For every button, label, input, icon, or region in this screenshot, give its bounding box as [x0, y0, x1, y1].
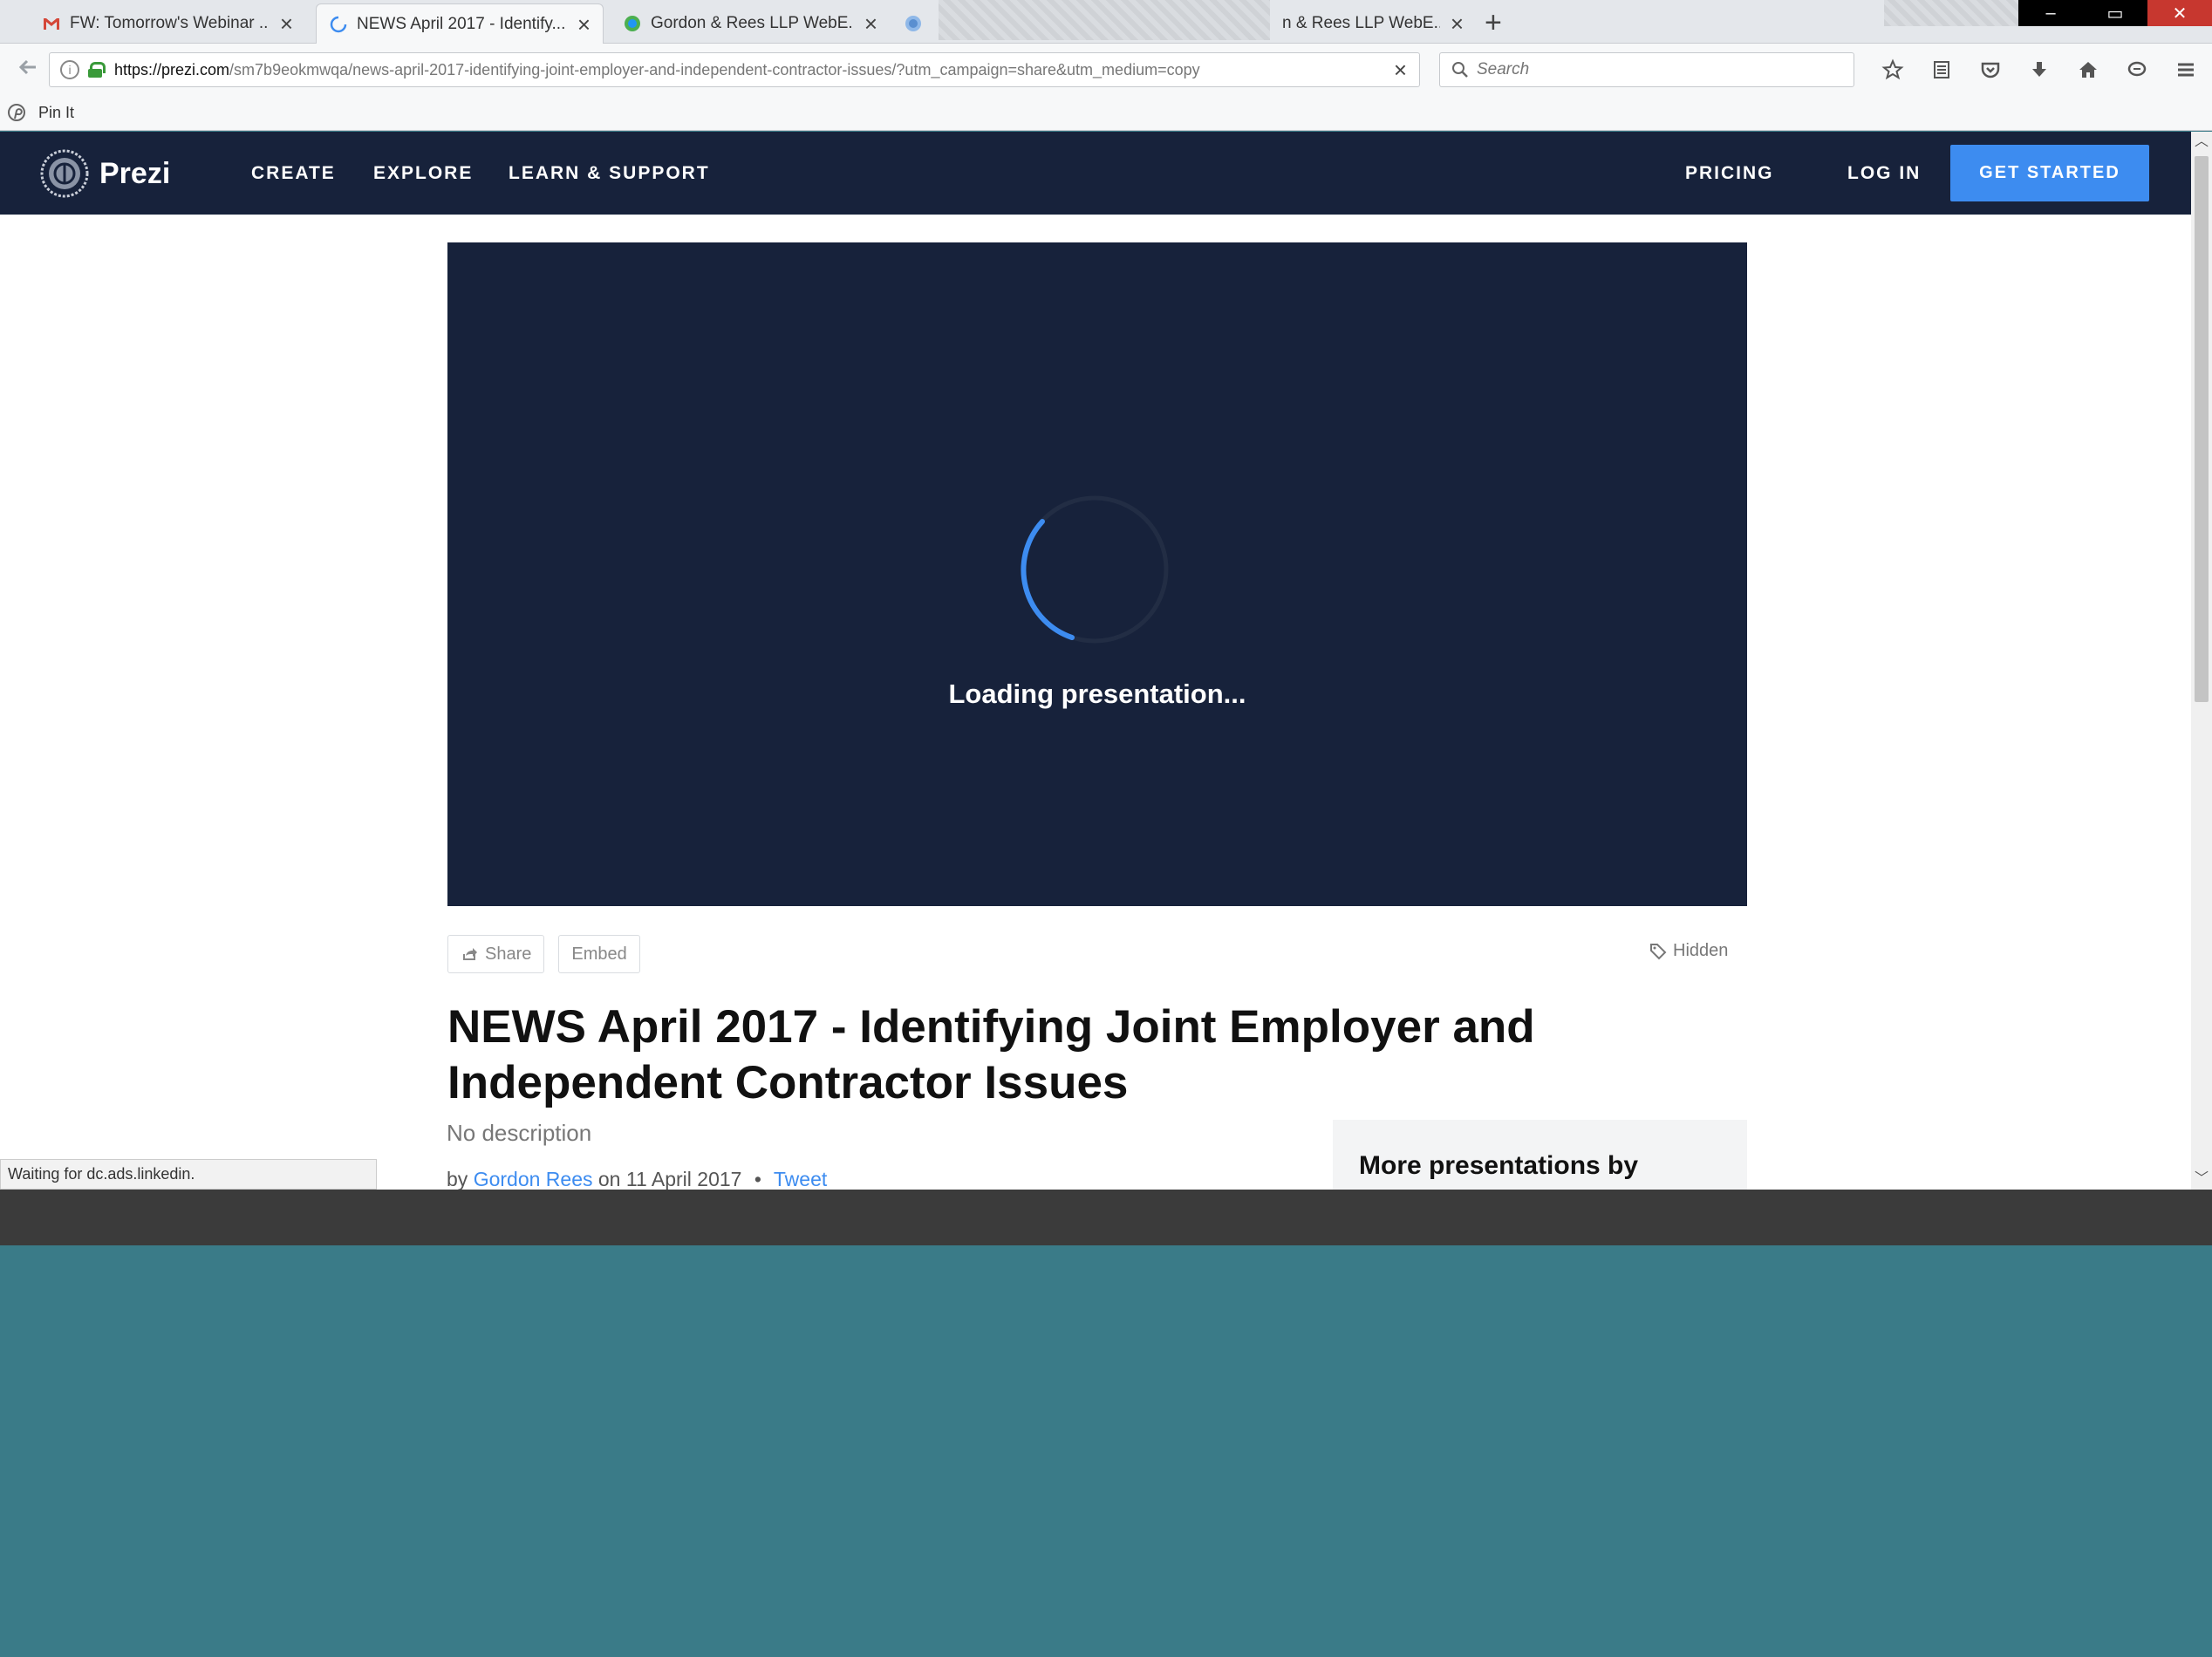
- loading-spinner-icon: [1021, 495, 1169, 644]
- embed-label: Embed: [571, 944, 627, 964]
- share-label: Share: [485, 944, 532, 964]
- tag-icon: [1650, 943, 1667, 959]
- nav-log-in[interactable]: LOG IN: [1847, 132, 1921, 215]
- presentation-title: NEWS April 2017 - Identifying Joint Empl…: [447, 1001, 1535, 1108]
- gmail-icon: [44, 18, 59, 30]
- lock-icon: [88, 62, 106, 78]
- more-presentations-title: More presentations by: [1359, 1151, 1639, 1180]
- screen: FW: Tomorrow's Webinar ... × NEWS April …: [0, 0, 2212, 1657]
- bookmark-label: Pin It: [38, 103, 75, 121]
- tab-label: Gordon & Rees LLP WebE...: [651, 14, 854, 32]
- desktop-background: [0, 1245, 2212, 1657]
- tab-gordon-rees-2[interactable]: n & Rees LLP WebE... ×: [1270, 3, 1476, 44]
- bookmark-pin-it[interactable]: Pin It: [7, 103, 74, 122]
- status-tooltip: Waiting for dc.ads.linkedin.: [0, 1159, 377, 1190]
- loading-icon: [330, 16, 347, 32]
- visibility-status[interactable]: Hidden: [1649, 941, 1728, 961]
- pocket-icon[interactable]: [1966, 52, 2015, 87]
- share-icon: [463, 948, 477, 960]
- back-button[interactable]: [12, 54, 44, 85]
- browser-toolbar: i https://prezi.com/sm7b9eokmwqa/news-ap…: [0, 44, 2212, 96]
- info-icon[interactable]: i: [60, 60, 79, 79]
- share-button[interactable]: Share: [447, 935, 545, 973]
- tab-label: FW: Tomorrow's Webinar ...: [70, 14, 270, 32]
- globe-icon: [905, 16, 921, 31]
- chat-icon[interactable]: [2113, 52, 2161, 87]
- dark-band: [0, 1190, 2212, 1245]
- bookmark-star-icon[interactable]: [1868, 52, 1917, 87]
- visibility-label: Hidden: [1673, 941, 1729, 960]
- menu-icon[interactable]: [2161, 52, 2210, 87]
- presentation-description: No description: [447, 1120, 592, 1146]
- scrollbar-thumb[interactable]: [2195, 156, 2209, 702]
- byline: by Gordon Rees on 11 April 2017 • Tweet: [447, 1168, 828, 1190]
- url-text[interactable]: https://prezi.com/sm7b9eokmwqa/news-apri…: [114, 61, 1382, 79]
- nav-pricing[interactable]: PRICING: [1685, 132, 1774, 215]
- search-input[interactable]: [1477, 60, 1826, 79]
- back-arrow-icon: [18, 59, 36, 75]
- tab-gmail[interactable]: FW: Tomorrow's Webinar ... ×: [30, 3, 305, 44]
- toolbar-icons: [1868, 52, 2210, 87]
- presentation-actions: Share Embed: [447, 935, 654, 973]
- url-bar[interactable]: i https://prezi.com/sm7b9eokmwqa/news-ap…: [49, 52, 1420, 87]
- embed-button[interactable]: Embed: [558, 935, 640, 973]
- logo-wordmark: Prezi: [99, 156, 171, 190]
- clear-url-icon[interactable]: ×: [1394, 57, 1407, 84]
- search-bar[interactable]: [1439, 52, 1854, 87]
- close-icon[interactable]: ×: [864, 12, 877, 35]
- tab-label: NEWS April 2017 - Identify...: [357, 14, 566, 33]
- page-viewport: Prezi CREATE EXPLORE LEARN & SUPPORT PRI…: [0, 132, 2212, 1190]
- scroll-down-icon[interactable]: ﹀: [2191, 1169, 2212, 1190]
- minimize-button[interactable]: –: [2018, 0, 2083, 26]
- home-icon[interactable]: [2064, 52, 2113, 87]
- bookmarks-bar: Pin It: [0, 96, 2212, 131]
- tab-gordon-rees[interactable]: Gordon & Rees LLP WebE... ×: [611, 3, 890, 44]
- nav-learn-support[interactable]: LEARN & SUPPORT: [509, 132, 710, 215]
- prezi-logo-icon: [40, 149, 89, 198]
- close-icon[interactable]: ×: [577, 13, 591, 36]
- pinterest-icon: [8, 104, 25, 121]
- presentation-player[interactable]: Loading presentation...: [447, 242, 1747, 906]
- browser-tab-strip: FW: Tomorrow's Webinar ... × NEWS April …: [0, 0, 2212, 44]
- tab-prezi-news[interactable]: NEWS April 2017 - Identify... ×: [316, 3, 604, 44]
- reader-list-icon[interactable]: [1917, 52, 1966, 87]
- nav-explore[interactable]: EXPLORE: [373, 132, 473, 215]
- obscured-tabs: [939, 0, 1270, 40]
- close-icon[interactable]: ×: [280, 12, 293, 35]
- tab-pinned[interactable]: [898, 3, 933, 44]
- scroll-up-icon[interactable]: ︿: [2191, 132, 2212, 153]
- window-controls: – ▭ ✕: [2018, 0, 2212, 26]
- maximize-button[interactable]: ▭: [2083, 0, 2147, 26]
- nav-create[interactable]: CREATE: [251, 132, 336, 215]
- prezi-header: Prezi CREATE EXPLORE LEARN & SUPPORT PRI…: [0, 132, 2191, 215]
- download-icon[interactable]: [2015, 52, 2064, 87]
- author-link[interactable]: Gordon Rees: [474, 1168, 593, 1190]
- search-icon: [1452, 62, 1468, 78]
- window-close-button[interactable]: ✕: [2147, 0, 2212, 26]
- close-icon[interactable]: ×: [1451, 12, 1464, 35]
- more-presentations-panel: More presentations by: [1333, 1120, 1747, 1190]
- new-tab-button[interactable]: +: [1485, 5, 1502, 40]
- get-started-button[interactable]: GET STARTED: [1950, 145, 2149, 201]
- tweet-link[interactable]: Tweet: [774, 1168, 827, 1190]
- browser-favicon-icon: [625, 16, 640, 31]
- loading-text: Loading presentation...: [948, 678, 1246, 709]
- page-scrollbar[interactable]: ︿ ﹀: [2191, 132, 2212, 1190]
- tab-label: n & Rees LLP WebE...: [1282, 14, 1440, 32]
- presentation-date: 11 April 2017: [625, 1168, 742, 1190]
- prezi-logo[interactable]: Prezi: [40, 149, 170, 198]
